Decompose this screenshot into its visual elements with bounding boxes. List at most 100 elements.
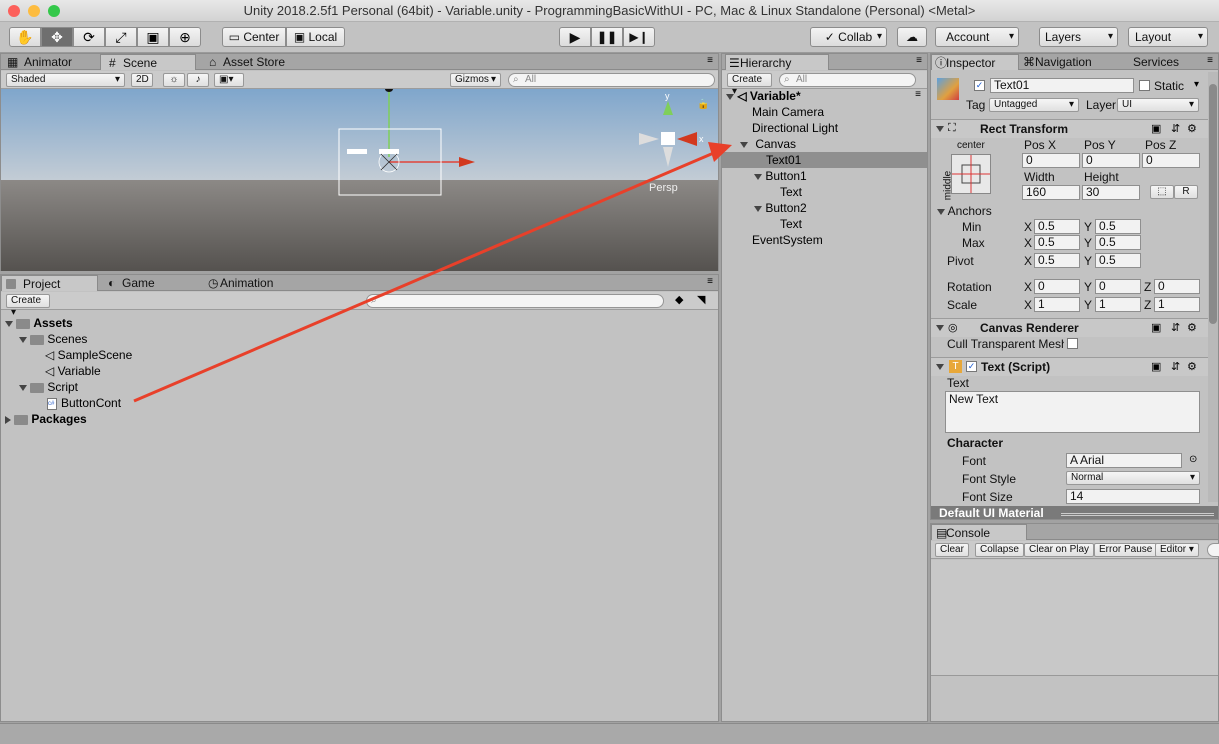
anchor-min-x-input[interactable]: 0.5 [1034,219,1080,234]
scene-viewport[interactable]: y x Persp 🔒 [1,86,718,271]
audio-icon[interactable]: ♪ [187,73,209,87]
hierarchy-item-directional-light[interactable]: Directional Light [752,120,838,136]
scale-z-input[interactable]: 1 [1154,297,1200,312]
console-clear-button[interactable]: Clear [935,543,969,557]
help-book-icon[interactable]: ▣ [1151,321,1161,334]
preset-icon[interactable]: ⇵ [1171,122,1180,135]
effects-icon[interactable]: ▣▾ [214,73,244,87]
tab-project[interactable]: Project [1,275,98,291]
text-value-textarea[interactable]: New Text [945,391,1200,433]
console-editor-dropdown[interactable]: Editor ▾ [1155,543,1199,557]
tree-item-script[interactable]: Script [19,379,78,395]
hierarchy-item-button2[interactable]: Button2 [754,200,807,216]
raw-edit-button[interactable]: R [1174,185,1198,199]
posx-input[interactable]: 0 [1022,153,1080,168]
tree-item-variable[interactable]: ◁ Variable [45,363,101,379]
static-checkbox[interactable] [1139,80,1150,91]
move-tool-icon[interactable]: ✥ [41,27,73,47]
console-error-pause-button[interactable]: Error Pause [1094,543,1158,557]
height-input[interactable]: 30 [1082,185,1140,200]
posz-input[interactable]: 0 [1142,153,1200,168]
persp-label[interactable]: Persp [649,182,678,194]
font-style-dropdown[interactable]: Normal [1066,471,1200,485]
font-object-field[interactable]: A Arial [1066,453,1182,468]
tag-dropdown[interactable]: Untagged [989,98,1079,112]
collab-dropdown[interactable]: ✓ Collab [810,27,887,47]
hierarchy-item-text[interactable]: Text [780,216,802,232]
rotation-x-input[interactable]: 0 [1034,279,1080,294]
anchor-min-y-input[interactable]: 0.5 [1095,219,1141,234]
anchor-max-x-input[interactable]: 0.5 [1034,235,1080,250]
scene-menu-icon[interactable]: ≡ [915,89,921,100]
account-dropdown[interactable]: Account [935,27,1019,47]
scale-x-input[interactable]: 1 [1034,297,1080,312]
rotation-z-input[interactable]: 0 [1154,279,1200,294]
help-book-icon[interactable]: ▣ [1151,122,1161,135]
layer-dropdown[interactable]: UI [1117,98,1199,112]
static-dropdown-arrow-icon[interactable]: ▾ [1194,79,1199,90]
settings-gear-icon[interactable]: ⚙ [1187,321,1197,334]
maximize-window-button[interactable] [48,5,60,17]
scene-root-variable[interactable]: ◁ Variable* [726,88,801,104]
hierarchy-item-button1[interactable]: Button1 [754,168,807,184]
scale-tool-icon[interactable]: ⤢ [105,27,137,47]
tree-item-assets[interactable]: Assets [5,315,73,331]
object-picker-icon[interactable]: ⊙ [1189,454,1197,465]
rect-tool-icon[interactable]: ▣ [137,27,169,47]
pivot-y-input[interactable]: 0.5 [1095,253,1141,268]
panel-menu-icon[interactable]: ≡ [707,276,713,287]
project-search-input[interactable]: ⌕ [366,294,664,308]
console-search-input[interactable] [1207,543,1219,557]
preset-icon[interactable]: ⇵ [1171,321,1180,334]
anchors-foldout[interactable]: Anchors [937,204,992,219]
cull-transparent-checkbox[interactable] [1067,338,1078,349]
layers-dropdown[interactable]: Layers [1039,27,1118,47]
help-book-icon[interactable]: ▣ [1151,360,1161,373]
tab-scene[interactable]: # Scene [100,54,196,70]
gameobject-name-input[interactable]: Text01 [990,78,1134,93]
anchor-max-y-input[interactable]: 0.5 [1095,235,1141,250]
step-button[interactable]: ▶❙ [623,27,655,47]
hierarchy-item-canvas[interactable]: Canvas [740,136,796,152]
lock-icon[interactable]: 🔒 [697,98,709,110]
canvas-renderer-header[interactable]: ◎ Canvas Renderer ▣ ⇵ ⚙ [931,318,1208,337]
layout-dropdown[interactable]: Layout [1128,27,1208,47]
material-preview-bar[interactable]: Default UI Material [931,506,1218,519]
lighting-icon[interactable]: ☼ [163,73,185,87]
panel-menu-icon[interactable]: ≡ [707,55,713,66]
tree-item-buttoncont[interactable]: c# ButtonCont [47,395,121,411]
filter-label-icon[interactable]: ◥ [697,293,705,306]
text-enabled-checkbox[interactable]: ✓ [966,361,977,372]
settings-gear-icon[interactable]: ⚙ [1187,360,1197,373]
tree-item-scenes[interactable]: Scenes [19,331,87,347]
project-create-button[interactable]: Create ▾ [6,294,50,318]
tab-services[interactable]: Services [1119,54,1189,70]
preset-icon[interactable]: ⇵ [1171,360,1180,373]
tree-item-samplescene[interactable]: ◁ SampleScene [45,347,132,363]
tab-asset-store[interactable]: ⌂ Asset Store [209,54,309,70]
hierarchy-search-input[interactable]: ⌕ All [779,73,916,87]
pivot-local-toggle[interactable]: ▣ Local [286,27,345,47]
tab-animator[interactable]: ▦ Animator [4,54,96,70]
transform-tool-icon[interactable]: ⊕ [169,27,201,47]
toggle-2d-button[interactable]: 2D [131,73,153,87]
hierarchy-item-main-camera[interactable]: Main Camera [752,104,824,120]
panel-menu-icon[interactable]: ≡ [916,55,922,66]
inspector-scrollbar[interactable] [1208,72,1218,502]
posy-input[interactable]: 0 [1082,153,1140,168]
scale-y-input[interactable]: 1 [1095,297,1141,312]
hierarchy-item-text[interactable]: Text [780,184,802,200]
rect-transform-header[interactable]: ⛶ Rect Transform ▣ ⇵ ⚙ [931,119,1208,138]
pivot-center-toggle[interactable]: ▭ Center [222,27,286,47]
scene-search-input[interactable]: ⌕ All [508,73,715,87]
cloud-icon[interactable]: ☁ [897,27,927,47]
width-input[interactable]: 160 [1022,185,1080,200]
blueprint-mode-button[interactable]: ⬚ [1150,185,1174,199]
tab-hierarchy[interactable]: ☰ Hierarchy [725,54,829,70]
hierarchy-create-button[interactable]: Create ▾ [727,73,772,97]
rotate-tool-icon[interactable]: ⟳ [73,27,105,47]
pause-button[interactable]: ❚❚ [591,27,623,47]
console-clear-on-play-button[interactable]: Clear on Play [1024,543,1095,557]
panel-menu-icon[interactable]: ≡ [1207,55,1213,66]
tab-animation[interactable]: ◷ Animation [206,275,306,291]
